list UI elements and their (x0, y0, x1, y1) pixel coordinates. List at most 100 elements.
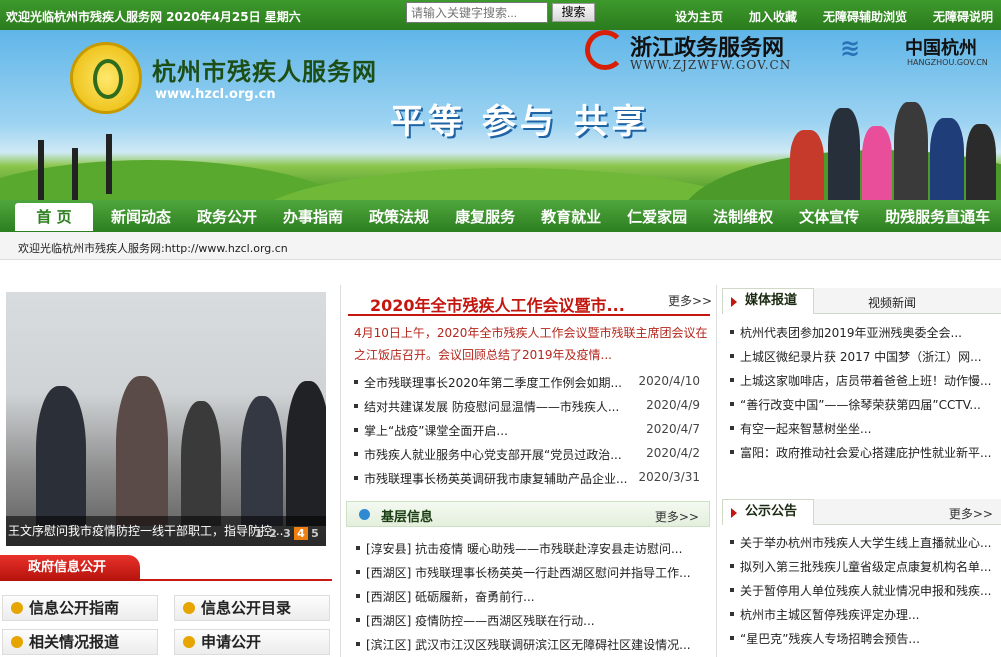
news-title: 掌上“战疫”课堂全面开启... (364, 424, 508, 438)
nav-government-affairs[interactable]: 政务公开 (197, 206, 257, 227)
nav-service-express[interactable]: 助残服务直通车 (885, 206, 990, 227)
tab-notices[interactable]: 公示公告 (722, 499, 814, 525)
play-circle-icon (359, 509, 370, 520)
notice-more-link[interactable]: 更多>> (949, 505, 993, 522)
gov-info-header: 政府信息公开 (0, 555, 332, 581)
zjzwfw-url[interactable]: WWW.ZJZWFW.GOV.CN (630, 58, 791, 72)
hangzhou-gov-title[interactable]: 中国杭州 (905, 34, 977, 60)
news-date: 2020/4/9 (646, 398, 700, 412)
nav-care-home[interactable]: 仁爱家园 (627, 206, 687, 227)
list-item[interactable]: 杭州代表团参加2019年亚洲残奥委全会... (728, 320, 996, 344)
grassroots-title: [西湖区] 疫情防控——西湖区残联在行动... (366, 614, 595, 628)
gov-info-heading: 政府信息公开 (0, 555, 140, 581)
nav-news[interactable]: 新闻动态 (111, 206, 171, 227)
grassroots-heading: 基层信息 (381, 510, 434, 525)
gov-info-catalog-label: 信息公开目录 (201, 599, 292, 617)
slide-page-4[interactable]: 4 (294, 527, 308, 540)
gov-info-guide-button[interactable]: 信息公开指南 (2, 595, 158, 621)
apply-disclosure-button[interactable]: 申请公开 (174, 629, 330, 655)
list-item[interactable]: 杭州市主城区暂停残疾评定办理... (728, 602, 996, 626)
lead-news-summary[interactable]: 4月10日上午，2020年全市残疾人工作会议暨市残联主席团会议在之江饭店召开。会… (354, 322, 712, 366)
list-item[interactable]: “星巴克”残疾人专场招聘会预告... (728, 626, 996, 650)
list-item[interactable]: 掌上“战疫”课堂全面开启... 2020/4/7 (352, 418, 700, 442)
add-favorite-link[interactable]: 加入收藏 (749, 8, 797, 25)
list-item[interactable]: 有空一起来智慧树坐坐... (728, 416, 996, 440)
list-item[interactable]: 上城区微纪录片获 2017 中国梦（浙江）网... (728, 344, 996, 368)
nav-legal-rights[interactable]: 法制维权 (713, 206, 773, 227)
list-item[interactable]: 市残疾人就业服务中心党支部开展“党员过政治... 2020/4/2 (352, 442, 700, 466)
slogan: 平等 参与 共享 (390, 102, 650, 142)
arrow-circle-icon (183, 602, 195, 614)
windmill-icon (38, 140, 44, 200)
nav-education-employment[interactable]: 教育就业 (541, 206, 601, 227)
related-reports-button[interactable]: 相关情况报道 (2, 629, 158, 655)
photo-person-shape (116, 376, 168, 526)
media-title: 有空一起来智慧树坐坐... (740, 422, 872, 436)
search-input[interactable] (406, 2, 548, 23)
slideshow-photo[interactable]: 王文序慰问我市疫情防控一线干部职工，指导防控... 1 2 3 4 5 (6, 292, 326, 546)
lead-more-link[interactable]: 更多>> (668, 292, 712, 309)
notice-title: “星巴克”残疾人专场招聘会预告... (740, 632, 920, 646)
nav-rehabilitation[interactable]: 康复服务 (455, 206, 515, 227)
nav-policies[interactable]: 政策法规 (369, 206, 429, 227)
slideshow-pager: 1 2 3 4 5 (252, 527, 322, 540)
media-title: 杭州代表团参加2019年亚洲残奥委全会... (740, 326, 962, 340)
list-item[interactable]: [西湖区] 砥砺履新，奋勇前行... (354, 584, 706, 608)
tab-video-news[interactable]: 视频新闻 (868, 294, 916, 311)
tab-media-reports[interactable]: 媒体报道 (722, 288, 814, 314)
list-item[interactable]: 关于暂停用人单位残疾人就业情况申报和残疾... (728, 578, 996, 602)
gov-info-catalog-button[interactable]: 信息公开目录 (174, 595, 330, 621)
media-title: 上城区微纪录片获 2017 中国梦（浙江）网... (740, 350, 982, 364)
welcome-text: 欢迎光临杭州市残疾人服务网 2020年4月25日 星期六 (6, 10, 301, 24)
list-item[interactable]: 富阳：政府推动社会爱心搭建庇护性就业新平... (728, 440, 996, 464)
slide-page-1[interactable]: 1 (252, 527, 266, 540)
nav-home[interactable]: 首 页 (15, 203, 93, 231)
related-reports-label: 相关情况报道 (29, 633, 120, 651)
lead-news-title[interactable]: 2020年全市残疾人工作会议暨市... (370, 292, 625, 316)
grassroots-more-link[interactable]: 更多>> (655, 508, 699, 525)
welcome-marquee: 欢迎光临杭州市残疾人服务网:http://www.hzcl.org.cn (0, 232, 1001, 260)
nav-culture-sports[interactable]: 文体宣传 (799, 206, 859, 227)
list-item[interactable]: [西湖区] 市残联理事长杨英英一行赴西湖区慰问并指导工作... (354, 560, 706, 584)
windmill-icon (72, 148, 78, 200)
news-title: 市残联理事长杨英英调研我市康复辅助产品企业... (364, 472, 628, 486)
top-bar: 欢迎光临杭州市残疾人服务网 2020年4月25日 星期六 搜索 设为主页 加入收… (0, 0, 1001, 30)
list-item[interactable]: 全市残联理事长2020年第二季度工作例会如期... 2020/4/10 (352, 370, 700, 394)
slide-page-2[interactable]: 2 (266, 527, 280, 540)
set-homepage-link[interactable]: 设为主页 (675, 8, 723, 25)
notice-title: 关于举办杭州市残疾人大学生线上直播就业心... (740, 536, 992, 550)
arrow-circle-icon (11, 602, 23, 614)
photo-person-shape (286, 381, 326, 526)
banner-people-photo (770, 80, 1000, 200)
slide-page-3[interactable]: 3 (280, 527, 294, 540)
site-logo-icon[interactable] (70, 42, 142, 114)
media-box-header: 媒体报道 视频新闻 (722, 288, 1001, 314)
list-item[interactable]: [西湖区] 疫情防控——西湖区残联在行动... (354, 608, 706, 632)
grassroots-title: [西湖区] 市残联理事长杨英英一行赴西湖区慰问并指导工作... (366, 566, 691, 580)
accessibility-browse-link[interactable]: 无障碍辅助浏览 (823, 8, 907, 25)
search-button[interactable]: 搜索 (552, 3, 595, 22)
hangzhou-logo-icon[interactable]: ≋ (840, 34, 860, 62)
list-item[interactable]: [滨江区] 武汉市江汉区残联调研滨江区无障碍社区建设情况... (354, 632, 706, 656)
news-list: 全市残联理事长2020年第二季度工作例会如期... 2020/4/10 结对共建谋… (352, 370, 700, 490)
zjzwfw-logo-icon[interactable] (585, 30, 625, 70)
list-item[interactable]: “善行改变中国”——徐琴荣获第四届”CCTV... (728, 392, 996, 416)
arrow-circle-icon (183, 636, 195, 648)
slide-page-5[interactable]: 5 (308, 527, 322, 540)
list-item[interactable]: 结对共建谋发展 防疫慰问显温情——市残疾人... 2020/4/9 (352, 394, 700, 418)
accessibility-help-link[interactable]: 无障碍说明 (933, 8, 993, 25)
hangzhou-gov-url[interactable]: HANGZHOU.GOV.CN (907, 58, 988, 67)
list-item[interactable]: [淳安县] 抗击疫情 暖心助残——市残联赴淳安县走访慰问... (354, 536, 706, 560)
grassroots-title: [西湖区] 砥砺履新，奋勇前行... (366, 590, 535, 604)
list-item[interactable]: 关于举办杭州市残疾人大学生线上直播就业心... (728, 530, 996, 554)
notice-list: 关于举办杭州市残疾人大学生线上直播就业心... 拟列入第三批残疾儿童省级定点康复… (728, 530, 996, 650)
nav-service-guide[interactable]: 办事指南 (283, 206, 343, 227)
site-title: 杭州市残疾人服务网 (152, 58, 377, 86)
site-url: www.hzcl.org.cn (155, 87, 276, 102)
list-item[interactable]: 拟列入第三批残疾儿童省级定点康复机构名单... (728, 554, 996, 578)
list-item[interactable]: 上城这家咖啡店，店员带着爸爸上班！动作慢... (728, 368, 996, 392)
gov-info-guide-label: 信息公开指南 (29, 599, 120, 617)
news-date: 2020/4/7 (646, 422, 700, 436)
media-list: 杭州代表团参加2019年亚洲残奥委全会... 上城区微纪录片获 2017 中国梦… (728, 320, 996, 464)
list-item[interactable]: 市残联理事长杨英英调研我市康复辅助产品企业... 2020/3/31 (352, 466, 700, 490)
